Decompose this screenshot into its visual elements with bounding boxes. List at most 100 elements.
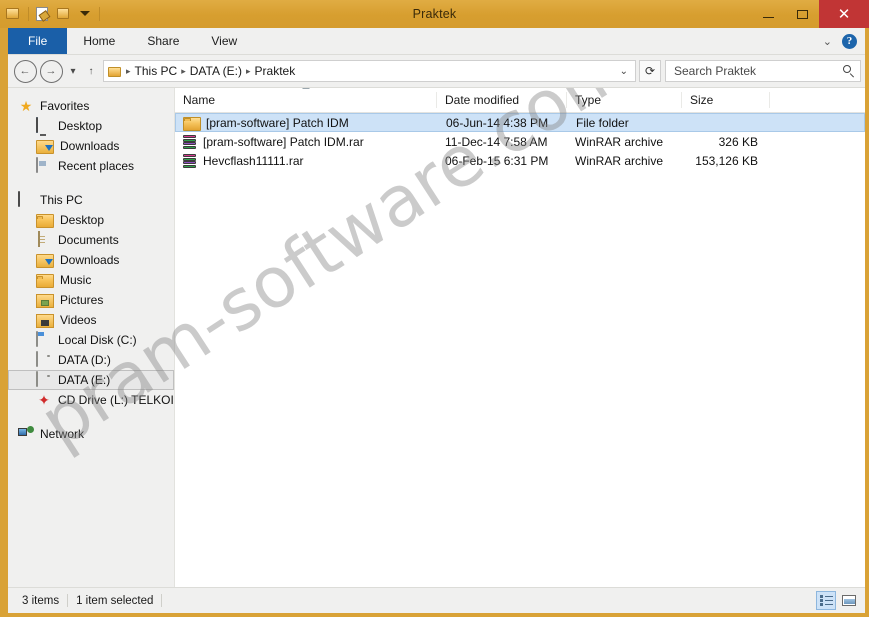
item-count-label: 3 items <box>22 594 60 607</box>
tab-share[interactable]: Share <box>131 28 195 54</box>
table-row[interactable]: [pram-software] Patch IDM.rar 11-Dec-14 … <box>175 132 865 151</box>
folder-properties-icon[interactable] <box>5 5 23 23</box>
column-header-size[interactable]: Size <box>682 92 770 108</box>
column-header-type[interactable]: Type <box>567 92 682 108</box>
breadcrumb-item-data-e[interactable]: DATA (E:) <box>187 64 245 78</box>
forward-button[interactable]: → <box>38 58 64 84</box>
sidebar-label-downloads: Downloads <box>60 253 120 267</box>
sidebar-label-desktop: Desktop <box>60 213 105 227</box>
network-icon <box>18 426 34 442</box>
title-bar: Praktek ✕ <box>0 0 869 28</box>
window-title: Praktek <box>412 7 457 21</box>
breadcrumb[interactable]: ▸ This PC ▸ DATA (E:) ▸ Praktek ⌄ <box>103 60 636 82</box>
sidebar-item-videos[interactable]: Videos <box>8 310 174 330</box>
maximize-button[interactable] <box>785 0 819 28</box>
file-size-cell: 153,126 KB <box>695 153 758 168</box>
file-name-label: Hevcflash11111.rar <box>203 153 304 168</box>
sidebar-item-local-disk-c[interactable]: Local Disk (C:) <box>8 330 174 350</box>
details-view-button[interactable] <box>816 591 836 610</box>
winrar-archive-icon <box>182 135 198 149</box>
large-icons-view-icon <box>842 595 856 606</box>
sidebar-item-music[interactable]: Music <box>8 270 174 290</box>
tab-home[interactable]: Home <box>67 28 131 54</box>
file-size-cell: 326 KB <box>718 134 758 149</box>
sidebar-item-pictures[interactable]: Pictures <box>8 290 174 310</box>
sidebar-item-desktop[interactable]: Desktop <box>8 210 174 230</box>
sidebar-item-downloads-fav[interactable]: Downloads <box>8 136 174 156</box>
sidebar-label-cd-drive-l: CD Drive (L:) TELKOI <box>58 393 174 407</box>
help-icon[interactable]: ? <box>842 33 857 49</box>
sidebar-label-documents: Documents <box>58 233 119 247</box>
close-icon: ✕ <box>837 5 851 23</box>
column-headers: Name Date modified Type Size <box>175 88 865 113</box>
back-button[interactable]: ← <box>12 58 38 84</box>
tab-view[interactable]: View <box>195 28 253 54</box>
table-row[interactable]: [pram-software] Patch IDM 06-Jun-14 4:38… <box>175 113 865 132</box>
documents-icon <box>36 231 52 248</box>
file-name-cell: Hevcflash11111.rar <box>175 153 437 168</box>
sidebar-group-this-pc[interactable]: This PC <box>8 190 174 210</box>
new-folder-icon[interactable] <box>34 5 52 23</box>
tab-file[interactable]: File <box>8 28 68 54</box>
back-icon: ← <box>13 59 37 83</box>
sidebar-label-local-disk-c: Local Disk (C:) <box>58 333 137 347</box>
sidebar-item-documents[interactable]: Documents <box>8 230 174 250</box>
breadcrumb-dropdown-icon[interactable]: ⌄ <box>615 66 633 77</box>
large-icons-view-button[interactable] <box>839 591 859 610</box>
videos-folder-icon <box>36 314 54 328</box>
sidebar-label-data-e: DATA (E:) <box>58 373 111 387</box>
recent-places-icon <box>36 157 52 174</box>
sidebar-item-cd-drive-l[interactable]: ✦ CD Drive (L:) TELKOI <box>8 390 174 410</box>
winrar-archive-icon <box>182 154 198 168</box>
folder-icon <box>183 116 201 131</box>
qat-divider <box>28 7 29 21</box>
sidebar-item-downloads[interactable]: Downloads <box>8 250 174 270</box>
sidebar-group-favorites[interactable]: ★ Favorites <box>8 96 174 116</box>
up-button[interactable]: ↑ <box>82 58 100 84</box>
sidebar-label-music: Music <box>60 273 92 287</box>
ribbon-tab-bar: File Home Share View ⌄ ? <box>8 28 865 55</box>
sidebar-item-data-e[interactable]: DATA (E:) <box>8 370 174 390</box>
file-list-pane: Name Date modified Type Size [pram-softw… <box>175 88 865 587</box>
sidebar-label-recent-places: Recent places <box>58 159 135 173</box>
search-icon <box>843 64 856 78</box>
sidebar-item-recent-places[interactable]: Recent places <box>8 156 174 176</box>
recent-locations-button[interactable]: ▾ <box>64 58 82 84</box>
sidebar-label-pictures: Pictures <box>60 293 104 307</box>
breadcrumb-item-praktek[interactable]: Praktek <box>252 64 299 78</box>
column-header-date-modified[interactable]: Date modified <box>437 92 567 108</box>
search-input[interactable] <box>672 63 843 79</box>
column-header-name[interactable]: Name <box>175 88 437 108</box>
sidebar-item-desktop-fav[interactable]: Desktop <box>8 116 174 136</box>
refresh-icon: ⟳ <box>644 64 656 78</box>
refresh-button[interactable]: ⟳ <box>639 60 661 82</box>
file-name-label: [pram-software] Patch IDM <box>206 115 349 130</box>
expand-ribbon-icon[interactable]: ⌄ <box>823 35 832 48</box>
sidebar-label-network: Network <box>40 427 85 441</box>
sidebar-group-network[interactable]: Network <box>8 424 174 444</box>
customize-quick-access-icon[interactable] <box>76 5 94 23</box>
forward-icon: → <box>39 59 63 83</box>
close-button[interactable]: ✕ <box>819 0 869 28</box>
file-date-cell: 06-Jun-14 4:38 PM <box>446 115 549 130</box>
sidebar-item-data-d[interactable]: DATA (D:) <box>8 350 174 370</box>
desktop-folder-icon <box>36 214 54 228</box>
sidebar-label-desktop-fav: Desktop <box>58 119 103 133</box>
content-area: ★ Favorites Desktop Downloads Recent pla… <box>8 87 865 587</box>
table-row[interactable]: Hevcflash11111.rar 06-Feb-15 6:31 PM Win… <box>175 151 865 170</box>
pictures-folder-icon <box>36 294 54 308</box>
quick-access-toolbar <box>0 0 102 28</box>
view-buttons <box>816 591 859 610</box>
downloads-folder-icon <box>36 254 54 268</box>
sidebar-label-favorites: Favorites <box>40 99 90 113</box>
search-box[interactable] <box>665 60 861 82</box>
sidebar-label-data-d: DATA (D:) <box>58 353 111 367</box>
downloads-folder-icon <box>36 140 54 154</box>
breadcrumb-item-this-pc[interactable]: This PC <box>132 64 181 78</box>
cd-drive-icon: ✦ <box>38 392 50 408</box>
sidebar-label-downloads-fav: Downloads <box>60 139 120 153</box>
music-folder-icon <box>36 274 54 288</box>
new-folder-alt-icon[interactable] <box>55 5 73 23</box>
minimize-button[interactable] <box>751 0 785 28</box>
qat-divider-2 <box>99 7 100 21</box>
